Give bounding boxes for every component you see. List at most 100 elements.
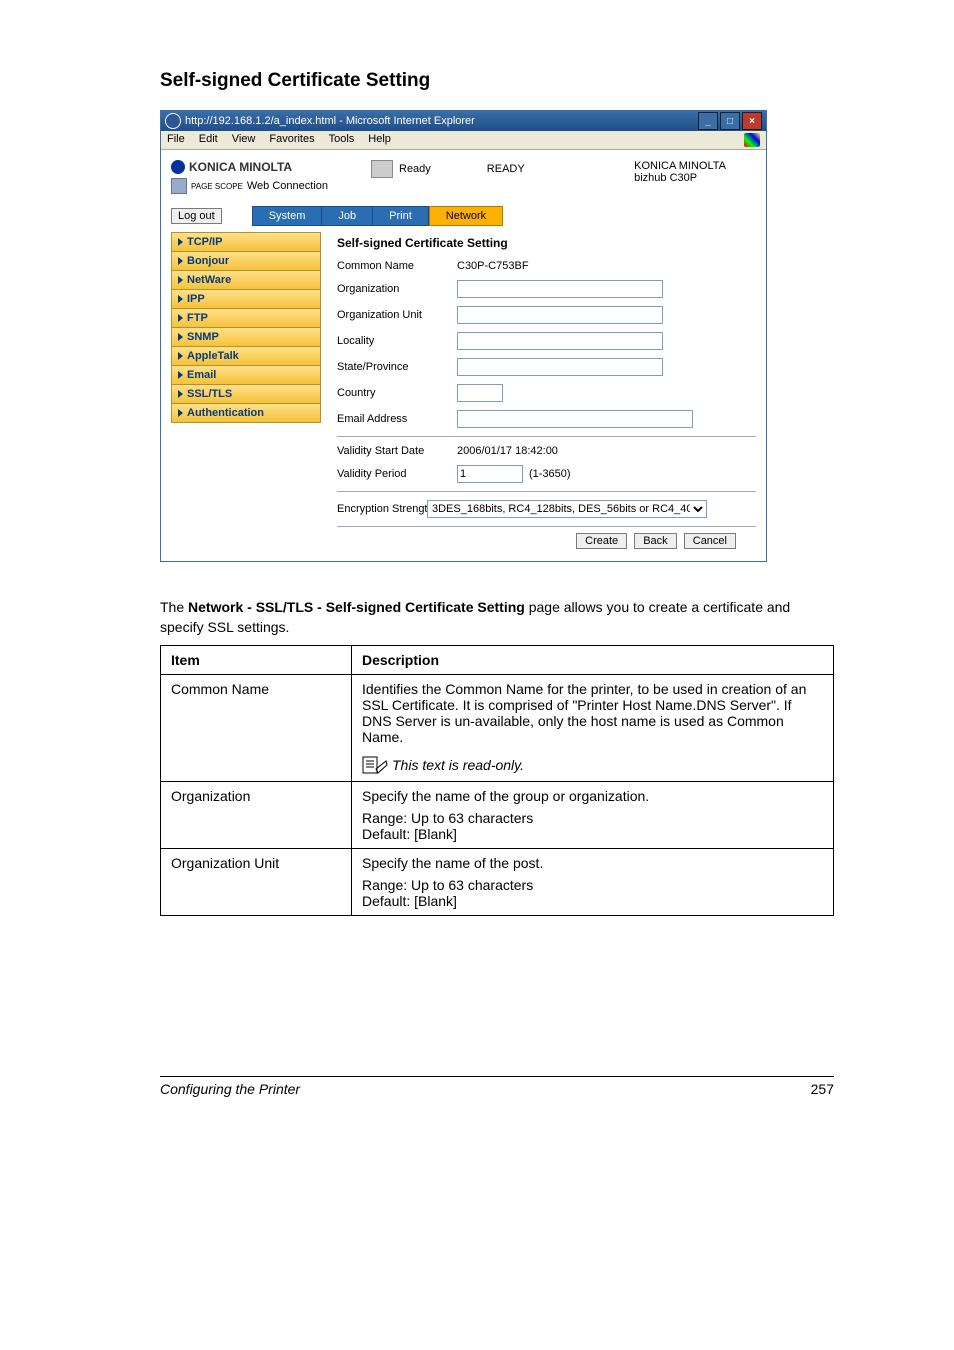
maximize-button[interactable]: □: [720, 112, 740, 130]
chevron-right-icon: [178, 390, 183, 398]
cell-item: Organization: [161, 782, 352, 849]
input-organization-unit[interactable]: [457, 306, 663, 324]
footer-left: Configuring the Printer: [160, 1081, 300, 1097]
sidebar-item-label: Authentication: [187, 407, 264, 419]
titlebar-text: http://192.168.1.2/a_index.html - Micros…: [185, 115, 475, 127]
minimize-button[interactable]: _: [698, 112, 718, 130]
label-encryption: Encryption Strength: [337, 503, 427, 515]
input-validity-period[interactable]: [457, 465, 523, 483]
cancel-button[interactable]: Cancel: [684, 533, 736, 549]
value-common-name: C30P-C753BF: [457, 260, 529, 272]
back-button[interactable]: Back: [634, 533, 676, 549]
sidebar-item-label: IPP: [187, 293, 205, 305]
chevron-right-icon: [178, 333, 183, 341]
page-footer: Configuring the Printer 257: [160, 1076, 834, 1097]
header-model: bizhub C30P: [634, 172, 726, 184]
label-validity-period: Validity Period: [337, 468, 457, 480]
desc-range: Range: Up to 63 characters: [362, 877, 823, 893]
table-row: Common Name Identifies the Common Name f…: [161, 675, 834, 782]
logout-button[interactable]: Log out: [171, 208, 222, 224]
label-email: Email Address: [337, 413, 457, 425]
pagescope-prefix: PAGE SCOPE: [191, 182, 243, 191]
brand-dot-icon: [171, 160, 185, 174]
sidebar-item-label: Email: [187, 369, 216, 381]
sidebar-item-label: FTP: [187, 312, 208, 324]
sidebar-item-snmp[interactable]: SNMP: [171, 328, 321, 347]
webconnection-text: Web Connection: [247, 180, 328, 192]
menu-view[interactable]: View: [232, 133, 256, 147]
body-bold: Network - SSL/TLS - Self-signed Certific…: [188, 599, 525, 615]
sidebar-item-label: NetWare: [187, 274, 231, 286]
desc-text: Identifies the Common Name for the print…: [362, 681, 806, 745]
menubar: File Edit View Favorites Tools Help: [161, 131, 766, 150]
footer-page: 257: [811, 1081, 834, 1097]
tab-print[interactable]: Print: [373, 206, 429, 226]
sidebar-item-ipp[interactable]: IPP: [171, 290, 321, 309]
desc-default: Default: [Blank]: [362, 893, 823, 909]
sidebar-item-ftp[interactable]: FTP: [171, 309, 321, 328]
status-ready-label: Ready: [399, 163, 431, 175]
form-area: Self-signed Certificate Setting Common N…: [321, 232, 756, 547]
cell-item: Common Name: [161, 675, 352, 782]
cell-desc: Specify the name of the post. Range: Up …: [352, 849, 834, 916]
menu-help[interactable]: Help: [368, 133, 391, 147]
ie-icon: [165, 113, 181, 129]
header-brand-right: KONICA MINOLTA: [634, 160, 726, 172]
sidebar-item-label: TCP/IP: [187, 236, 222, 248]
pagescope-cube-icon: [171, 178, 187, 194]
chevron-right-icon: [178, 314, 183, 322]
windows-flag-icon: [744, 133, 760, 147]
chevron-right-icon: [178, 409, 183, 417]
desc-default: Default: [Blank]: [362, 826, 823, 842]
note-icon: [362, 755, 388, 775]
table-row: Organization Unit Specify the name of th…: [161, 849, 834, 916]
printer-icon: [371, 160, 393, 178]
browser-window: http://192.168.1.2/a_index.html - Micros…: [160, 110, 767, 562]
select-encryption[interactable]: 3DES_168bits, RC4_128bits, DES_56bits or…: [427, 500, 707, 518]
input-email[interactable]: [457, 410, 693, 428]
value-validity-start: 2006/01/17 18:42:00: [457, 445, 558, 457]
sidebar: TCP/IP Bonjour NetWare IPP FTP SNMP Appl…: [171, 232, 321, 547]
sidebar-item-ssltls[interactable]: SSL/TLS: [171, 385, 321, 404]
section-title: Self-signed Certificate Setting: [160, 70, 834, 92]
input-locality[interactable]: [457, 332, 663, 350]
sidebar-item-label: SSL/TLS: [187, 388, 232, 400]
titlebar: http://192.168.1.2/a_index.html - Micros…: [161, 111, 766, 131]
chevron-right-icon: [178, 371, 183, 379]
sidebar-item-appletalk[interactable]: AppleTalk: [171, 347, 321, 366]
sidebar-item-netware[interactable]: NetWare: [171, 271, 321, 290]
brand-text: KONICA MINOLTA: [189, 160, 292, 174]
menu-tools[interactable]: Tools: [329, 133, 355, 147]
input-organization[interactable]: [457, 280, 663, 298]
desc-text: Specify the name of the group or organiz…: [362, 788, 823, 804]
sidebar-item-label: Bonjour: [187, 255, 229, 267]
menu-favorites[interactable]: Favorites: [269, 133, 314, 147]
tab-system[interactable]: System: [252, 206, 323, 226]
close-button[interactable]: ×: [742, 112, 762, 130]
chevron-right-icon: [178, 352, 183, 360]
sidebar-item-authentication[interactable]: Authentication: [171, 404, 321, 423]
sidebar-item-tcpip[interactable]: TCP/IP: [171, 232, 321, 252]
body-pre: The: [160, 599, 188, 615]
cell-item: Organization Unit: [161, 849, 352, 916]
chevron-right-icon: [178, 238, 183, 246]
menu-file[interactable]: File: [167, 133, 185, 147]
tab-network[interactable]: Network: [429, 206, 503, 226]
sidebar-item-email[interactable]: Email: [171, 366, 321, 385]
sidebar-item-bonjour[interactable]: Bonjour: [171, 252, 321, 271]
desc-text: Specify the name of the post.: [362, 855, 823, 871]
body-paragraph: The Network - SSL/TLS - Self-signed Cert…: [160, 598, 834, 637]
brand-logo: KONICA MINOLTA: [171, 160, 351, 174]
menu-edit[interactable]: Edit: [199, 133, 218, 147]
th-item: Item: [161, 646, 352, 675]
label-common-name: Common Name: [337, 260, 457, 272]
input-country[interactable]: [457, 384, 503, 402]
tab-job[interactable]: Job: [322, 206, 373, 226]
chevron-right-icon: [178, 295, 183, 303]
label-organization-unit: Organization Unit: [337, 309, 457, 321]
input-state[interactable]: [457, 358, 663, 376]
label-state: State/Province: [337, 361, 457, 373]
sidebar-item-label: AppleTalk: [187, 350, 239, 362]
create-button[interactable]: Create: [576, 533, 627, 549]
label-validity-start: Validity Start Date: [337, 445, 457, 457]
